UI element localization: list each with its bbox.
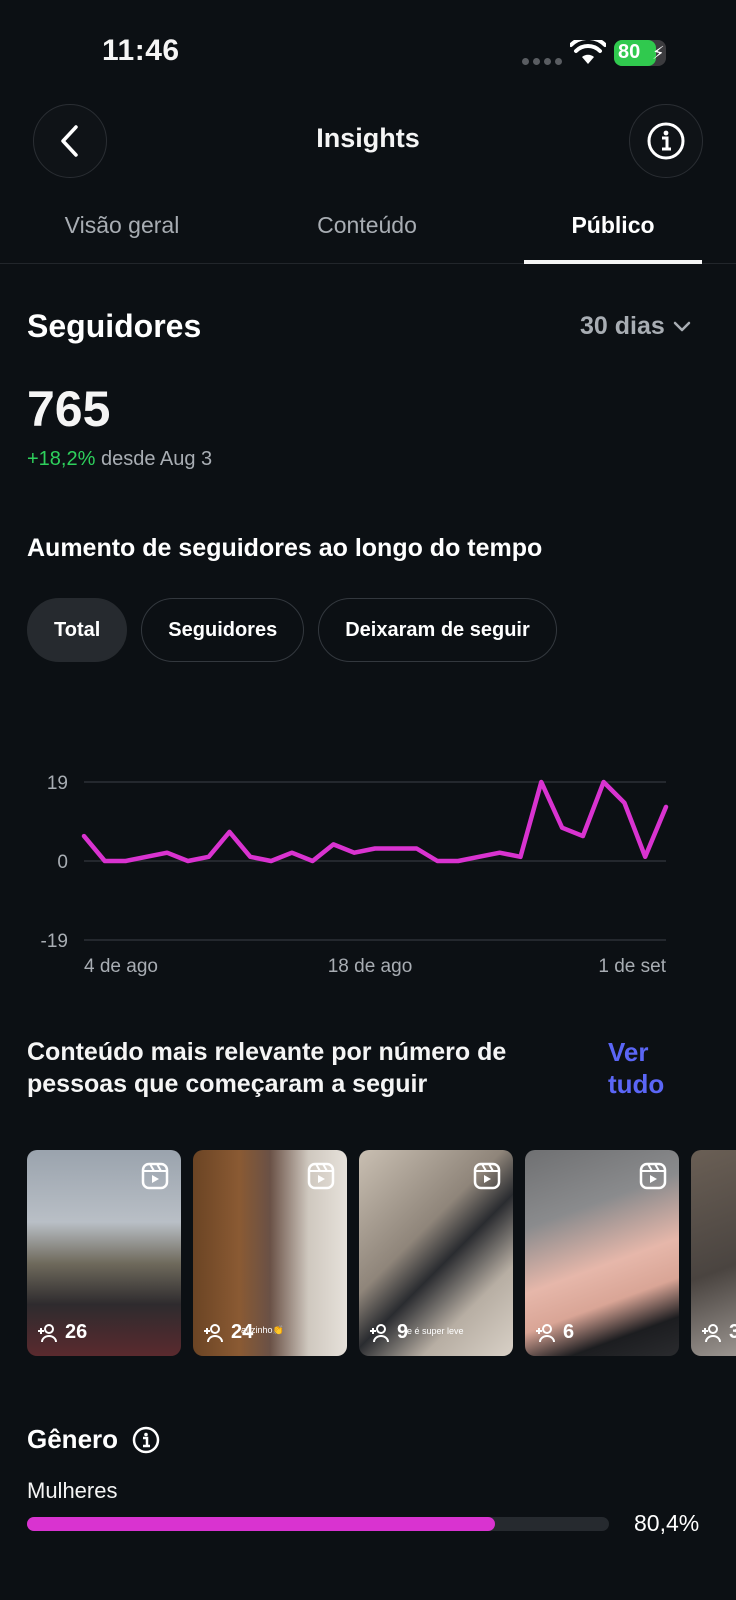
x-tick-label: 18 de ago [328, 956, 413, 977]
period-dropdown[interactable]: 30 dias [580, 312, 691, 341]
status-time: 11:46 [102, 34, 180, 67]
content-thumbnail[interactable]: e é super leve 9 [359, 1150, 513, 1356]
y-tick-label: -19 [41, 931, 68, 952]
content-carousel: 26 auzinho👏 24 e é super leve 9 6 3 [27, 1150, 736, 1358]
reels-icon [307, 1162, 335, 1190]
content-thumbnail[interactable]: 3 [691, 1150, 736, 1356]
content-thumbnail[interactable]: 26 [27, 1150, 181, 1356]
relevant-content-title: Conteúdo mais relevante por número de pe… [27, 1038, 507, 1098]
new-followers-stat: 3 [701, 1321, 736, 1344]
person-add-icon [536, 1323, 555, 1342]
page-title: Insights [316, 123, 420, 153]
new-followers-count: 3 [729, 1321, 736, 1343]
tab-audience[interactable]: Público [513, 212, 713, 239]
series-line [81, 779, 669, 864]
person-add-icon [204, 1323, 223, 1342]
tab-bar: Visão geral Conteúdo Público [0, 208, 736, 264]
person-add-icon [38, 1323, 57, 1342]
women-progress-bar [27, 1517, 609, 1531]
tab-overview[interactable]: Visão geral [22, 212, 222, 239]
x-tick-label: 1 de set [598, 956, 666, 977]
active-tab-indicator [524, 260, 702, 264]
period-label: 30 dias [580, 312, 665, 340]
chevron-down-icon [673, 321, 691, 331]
info-button[interactable] [629, 104, 703, 178]
new-followers-stat: 26 [37, 1321, 87, 1344]
new-followers-stat: 6 [535, 1321, 574, 1344]
growth-filter-chips: Total Seguidores Deixaram de seguir [27, 598, 557, 662]
reels-icon [141, 1162, 169, 1190]
content-thumbnail[interactable]: 6 [525, 1150, 679, 1356]
battery-level: 80 [618, 41, 641, 63]
thumbnail-caption: e é super leve [407, 1326, 464, 1336]
new-followers-count: 6 [563, 1321, 575, 1343]
new-followers-count: 24 [231, 1321, 254, 1343]
info-icon[interactable] [132, 1426, 160, 1454]
growth-title: Aumento de seguidores ao longo do tempo [27, 534, 543, 562]
followers-title: Seguidores [27, 308, 202, 344]
y-tick-label: 19 [47, 773, 68, 794]
x-tick-label: 4 de ago [84, 956, 158, 977]
info-icon [647, 122, 685, 160]
reels-icon [639, 1162, 667, 1190]
reels-icon [473, 1162, 501, 1190]
chip-unfollows[interactable]: Deixaram de seguir [318, 598, 557, 662]
women-label: Mulheres [27, 1478, 118, 1503]
growth-line-chart: 19 0 -19 4 de ago 18 de ago 1 de set [41, 773, 669, 977]
new-followers-stat: 24 [203, 1321, 253, 1344]
new-followers-stat: 9 [369, 1321, 408, 1344]
content-thumbnail[interactable]: auzinho👏 24 [193, 1150, 347, 1356]
cellular-signal-icon [522, 58, 562, 65]
gender-title: Gênero [27, 1424, 119, 1454]
followers-count: 765 [27, 381, 111, 437]
person-add-icon [702, 1323, 721, 1342]
women-percentage: 80,4% [634, 1510, 700, 1536]
y-tick-label: 0 [57, 852, 68, 873]
followers-change: +18,2% desde Aug 3 [27, 448, 212, 471]
change-percentage: +18,2% [27, 448, 96, 470]
new-followers-count: 26 [65, 1321, 88, 1343]
tab-content[interactable]: Conteúdo [267, 212, 467, 239]
wifi-icon [570, 40, 606, 64]
new-followers-count: 9 [397, 1321, 409, 1343]
women-progress-fill [27, 1517, 495, 1531]
battery-icon: 80 ⚡ [614, 40, 666, 66]
status-bar: 11:46 80 ⚡ [0, 0, 736, 100]
gender-section-title: Gênero [27, 1424, 160, 1455]
see-all-link[interactable]: Ver tudo [608, 1036, 688, 1100]
chip-followers[interactable]: Seguidores [141, 598, 305, 662]
change-since: desde Aug 3 [100, 448, 213, 470]
chip-total[interactable]: Total [27, 598, 128, 662]
person-add-icon [370, 1323, 389, 1342]
